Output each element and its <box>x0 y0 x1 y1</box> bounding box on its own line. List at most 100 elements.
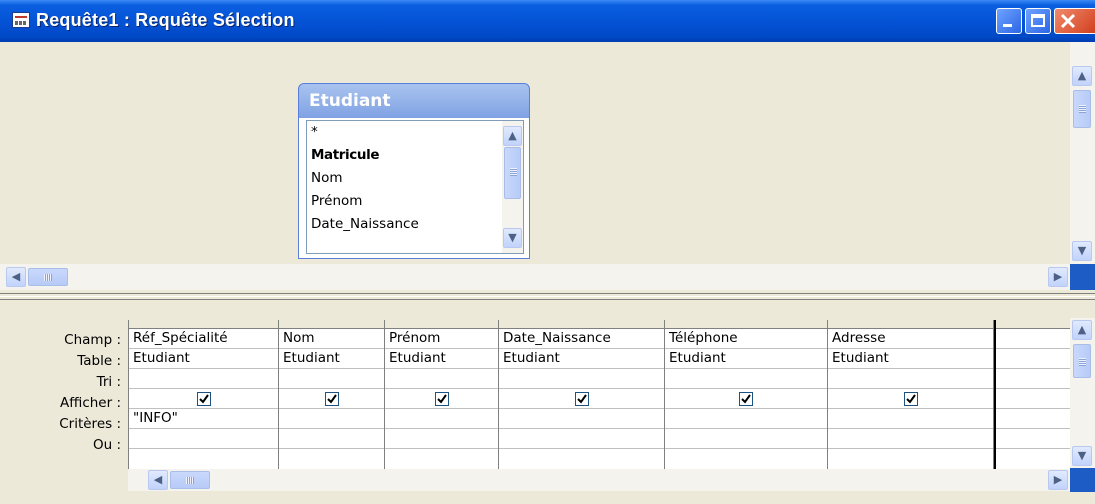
afficher-checkbox[interactable] <box>574 392 589 406</box>
grid-column[interactable]: Réf_Spécialité Etudiant "INFO" <box>129 320 279 472</box>
cell-afficher <box>828 389 993 409</box>
cell-afficher <box>665 389 827 409</box>
cell-ou[interactable] <box>996 429 1071 449</box>
field-item-all[interactable]: * <box>311 124 318 140</box>
grid-column[interactable]: Prénom Etudiant <box>385 320 499 472</box>
cell-champ[interactable]: Date_Naissance <box>499 329 664 349</box>
query-design-window: Requête1 : Requête Sélection ▲ ▼ ◀ ▶ Etu… <box>0 0 1095 504</box>
field-item-date-naissance[interactable]: Date_Naissance <box>311 216 419 232</box>
cell-tri[interactable] <box>499 369 664 389</box>
grid-column[interactable]: Téléphone Etudiant <box>665 320 828 472</box>
scroll-down-button[interactable]: ▼ <box>1072 241 1092 261</box>
cell-champ[interactable]: Prénom <box>385 329 498 349</box>
row-label-table: Table : <box>77 353 121 369</box>
field-list-etudiant[interactable]: Etudiant * Matricule Nom Prénom Date_Nai… <box>298 83 530 259</box>
cell-ou[interactable] <box>385 429 498 449</box>
cell-ou[interactable] <box>665 429 827 449</box>
afficher-checkbox[interactable] <box>434 392 449 406</box>
field-list-scroll-down-button[interactable]: ▼ <box>503 228 522 248</box>
cell-tri[interactable] <box>828 369 993 389</box>
column-selector[interactable] <box>665 320 827 329</box>
cell-ou[interactable] <box>129 429 278 449</box>
cell-tri[interactable] <box>385 369 498 389</box>
query-design-grid[interactable]: Réf_Spécialité Etudiant "INFO" Nom Etudi… <box>128 320 1071 472</box>
cell-champ[interactable]: Téléphone <box>665 329 827 349</box>
cell-table[interactable] <box>996 349 1071 369</box>
horizontal-scroll-thumb[interactable] <box>28 268 68 286</box>
column-selector[interactable] <box>499 320 664 329</box>
afficher-checkbox[interactable] <box>739 392 753 406</box>
cell-table[interactable]: Etudiant <box>665 349 827 369</box>
scroll-up-button[interactable]: ▲ <box>1072 66 1092 86</box>
cell-criteres[interactable] <box>279 409 384 429</box>
scroll-right-button[interactable]: ▶ <box>1048 267 1068 287</box>
column-selector[interactable] <box>996 320 1071 329</box>
cell-ou[interactable] <box>279 429 384 449</box>
cell-table[interactable]: Etudiant <box>499 349 664 369</box>
field-list-scroll-up-button[interactable]: ▲ <box>503 126 522 146</box>
cell-table[interactable]: Etudiant <box>385 349 498 369</box>
field-list-box[interactable]: * Matricule Nom Prénom Date_Naissance ▲ … <box>306 120 524 254</box>
cell-tri[interactable] <box>279 369 384 389</box>
cell-champ[interactable] <box>996 329 1071 349</box>
field-item-prenom[interactable]: Prénom <box>311 193 362 209</box>
grid-horizontal-scroll-thumb[interactable] <box>170 471 210 489</box>
cell-tri[interactable] <box>996 369 1071 389</box>
column-selector[interactable] <box>828 320 993 329</box>
field-item-matricule[interactable]: Matricule <box>311 147 379 163</box>
cell-criteres[interactable] <box>996 409 1071 429</box>
column-selector[interactable] <box>279 320 384 329</box>
close-icon <box>1060 13 1076 29</box>
grid-scroll-right-button[interactable]: ▶ <box>1048 470 1068 490</box>
grid-column-empty[interactable] <box>994 320 1071 472</box>
cell-criteres[interactable] <box>665 409 827 429</box>
maximize-button[interactable] <box>1025 8 1051 34</box>
grid-scroll-down-button[interactable]: ▼ <box>1072 446 1092 466</box>
grid-column[interactable]: Nom Etudiant <box>279 320 385 472</box>
checkmark-icon <box>741 394 751 404</box>
cell-table[interactable]: Etudiant <box>279 349 384 369</box>
pane-splitter[interactable] <box>0 293 1095 300</box>
field-item-nom[interactable]: Nom <box>311 170 343 186</box>
cell-champ[interactable]: Réf_Spécialité <box>129 329 278 349</box>
cell-tri[interactable] <box>665 369 827 389</box>
title-bar[interactable]: Requête1 : Requête Sélection <box>0 0 1095 42</box>
cell-table[interactable]: Etudiant <box>129 349 278 369</box>
afficher-checkbox[interactable] <box>324 392 339 406</box>
vertical-scroll-thumb[interactable] <box>1073 90 1091 128</box>
cell-criteres[interactable] <box>828 409 993 429</box>
checkmark-icon <box>326 394 337 404</box>
cell-table[interactable]: Etudiant <box>828 349 993 369</box>
grid-column[interactable]: Date_Naissance Etudiant <box>499 320 665 472</box>
cell-tri[interactable] <box>129 369 278 389</box>
query-window-icon[interactable] <box>12 12 30 28</box>
close-button[interactable] <box>1054 8 1095 34</box>
cell-ou[interactable] <box>499 429 664 449</box>
field-list-title[interactable]: Etudiant <box>309 91 391 111</box>
grid-horizontal-scrollbar[interactable] <box>128 469 1070 491</box>
table-pane-horizontal-scrollbar[interactable] <box>0 264 1070 290</box>
scroll-left-button[interactable]: ◀ <box>6 267 26 287</box>
cell-ou[interactable] <box>828 429 993 449</box>
checkmark-icon <box>905 394 916 404</box>
checkmark-icon <box>576 394 587 404</box>
afficher-checkbox[interactable] <box>903 392 918 406</box>
cell-afficher[interactable] <box>996 389 1071 409</box>
minimize-button[interactable] <box>996 8 1022 34</box>
cell-criteres[interactable]: "INFO" <box>129 409 278 429</box>
grid-scrollbar-corner <box>1070 468 1095 492</box>
cell-criteres[interactable] <box>499 409 664 429</box>
column-selector[interactable] <box>129 320 278 329</box>
afficher-checkbox[interactable] <box>196 392 211 406</box>
scrollbar-corner <box>1070 264 1095 290</box>
cell-criteres[interactable] <box>385 409 498 429</box>
grid-vertical-scroll-thumb[interactable] <box>1073 344 1091 378</box>
field-list-scroll-thumb[interactable] <box>504 147 521 199</box>
column-selector[interactable] <box>385 320 498 329</box>
cell-champ[interactable]: Adresse <box>828 329 993 349</box>
table-pane[interactable] <box>0 42 1095 290</box>
grid-scroll-up-button[interactable]: ▲ <box>1072 320 1092 340</box>
cell-champ[interactable]: Nom <box>279 329 384 349</box>
grid-column[interactable]: Adresse Etudiant <box>828 320 994 472</box>
grid-scroll-left-button[interactable]: ◀ <box>148 470 168 490</box>
